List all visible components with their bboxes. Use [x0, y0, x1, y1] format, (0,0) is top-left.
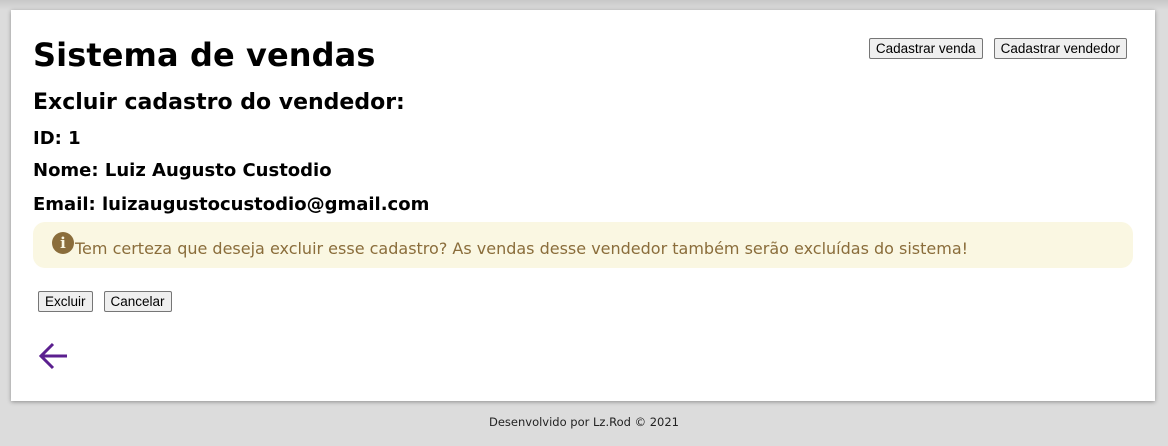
action-buttons: Excluir Cancelar: [38, 291, 172, 312]
top-nav: Cadastrar venda Cadastrar vendedor: [868, 38, 1127, 59]
page-title: Sistema de vendas: [33, 36, 376, 74]
warning-alert: i Tem certeza que deseja excluir esse ca…: [33, 222, 1133, 268]
seller-email: Email: luizaugustocustodio@gmail.com: [33, 194, 430, 215]
top-shadow: [0, 0, 1168, 10]
info-icon: i: [52, 232, 74, 254]
seller-id: ID: 1: [33, 128, 81, 149]
footer-text: Desenvolvido por Lz.Rod © 2021: [488, 415, 680, 429]
cancel-button[interactable]: Cancelar: [103, 291, 172, 312]
arrow-left-icon[interactable]: [38, 341, 70, 371]
warning-text: Tem certeza que deseja excluir esse cada…: [75, 239, 969, 258]
register-seller-button[interactable]: Cadastrar vendedor: [993, 38, 1127, 59]
register-sale-button[interactable]: Cadastrar venda: [868, 38, 983, 59]
content-card: Sistema de vendas Cadastrar venda Cadast…: [11, 10, 1155, 401]
delete-button[interactable]: Excluir: [38, 291, 93, 312]
seller-name: Nome: Luiz Augusto Custodio: [33, 160, 332, 181]
section-heading: Excluir cadastro do vendedor:: [33, 90, 405, 115]
